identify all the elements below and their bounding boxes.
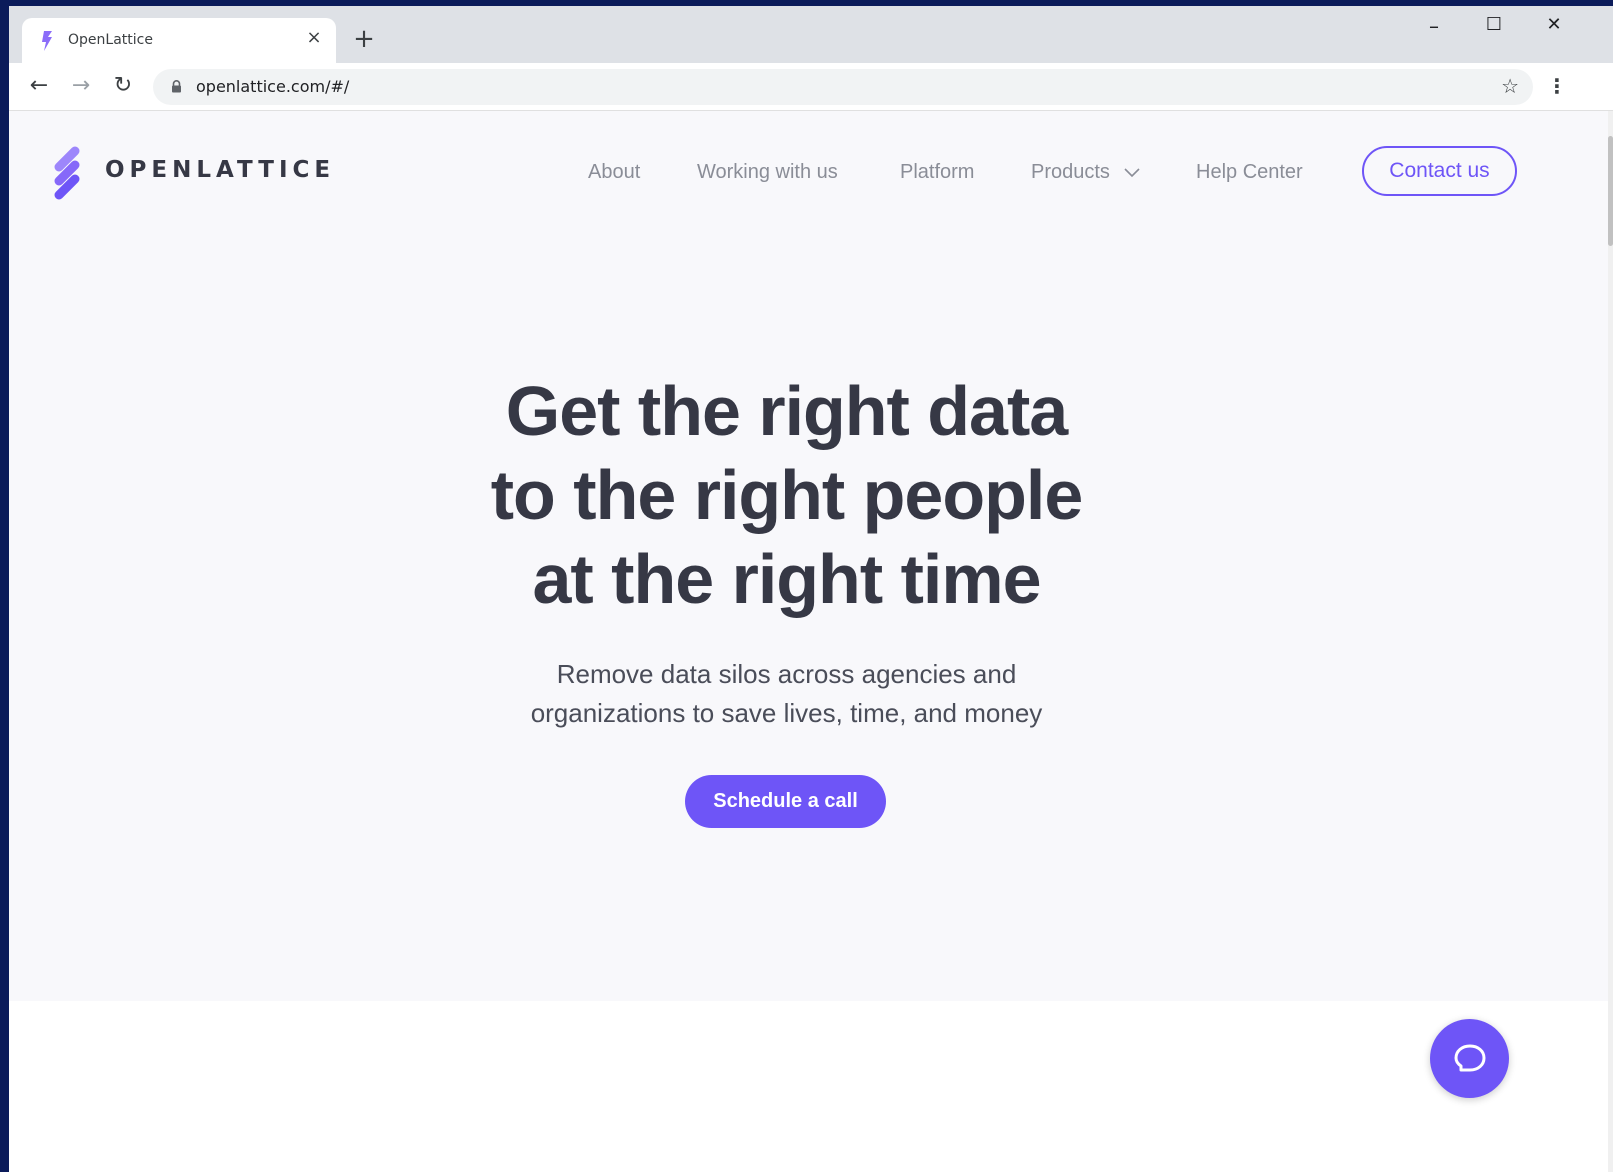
chevron-down-icon xyxy=(1123,168,1140,177)
page-scrollbar[interactable] xyxy=(1608,111,1613,1172)
back-button[interactable]: ← xyxy=(24,73,54,99)
logo-wordmark: OPENLATTICE xyxy=(105,157,336,183)
headline-line: Get the right data xyxy=(505,372,1068,450)
headline-line: at the right time xyxy=(532,540,1041,618)
forward-button[interactable]: → xyxy=(66,73,96,99)
openlattice-logo-icon xyxy=(54,146,80,200)
browser-tab[interactable]: OpenLattice × xyxy=(22,18,336,63)
browser-toolbar: ← → ↻ openlattice.com/#/ ☆ ⋮ xyxy=(9,63,1613,111)
address-bar[interactable]: openlattice.com/#/ ☆ xyxy=(153,69,1533,105)
lock-icon xyxy=(172,80,181,93)
close-window-button[interactable]: ✕ xyxy=(1538,14,1570,38)
nav-link-help-center[interactable]: Help Center xyxy=(1196,161,1303,184)
chat-bubble-icon xyxy=(1454,1044,1486,1072)
tab-title: OpenLattice xyxy=(68,32,153,48)
browser-menu-button[interactable]: ⋮ xyxy=(1547,72,1567,100)
nav-link-working-with-us[interactable]: Working with us xyxy=(697,161,838,184)
subhead-line: Remove data silos across agencies and xyxy=(556,659,1017,689)
tab-close-icon[interactable]: × xyxy=(304,28,324,48)
site-logo[interactable]: OPENLATTICE xyxy=(51,145,330,201)
maximize-button[interactable]: ☐ xyxy=(1478,14,1510,38)
browser-window: OpenLattice × + – ☐ ✕ ← → ↻ openlattice.… xyxy=(9,6,1613,1172)
contact-us-button[interactable]: Contact us xyxy=(1362,146,1517,196)
tab-strip: OpenLattice × + – ☐ ✕ xyxy=(9,6,1613,63)
schedule-call-button[interactable]: Schedule a call xyxy=(685,775,886,828)
chat-launcher-button[interactable] xyxy=(1430,1019,1509,1098)
scrollbar-thumb[interactable] xyxy=(1608,136,1613,246)
hero-subheading: Remove data silos across agencies and or… xyxy=(9,655,1564,733)
nav-link-platform[interactable]: Platform xyxy=(900,161,974,184)
nav-link-products[interactable]: Products xyxy=(1031,161,1140,184)
nav-link-products-label: Products xyxy=(1031,161,1110,183)
minimize-button[interactable]: – xyxy=(1418,14,1450,38)
subhead-line: organizations to save lives, time, and m… xyxy=(530,698,1043,728)
hero-section: OPENLATTICE About Working with us Platfo… xyxy=(9,111,1613,1001)
hero-headline: Get the right data to the right people a… xyxy=(9,369,1564,621)
url-text[interactable]: openlattice.com/#/ xyxy=(196,77,349,96)
new-tab-button[interactable]: + xyxy=(349,26,379,56)
page-viewport: OPENLATTICE About Working with us Platfo… xyxy=(9,111,1613,1172)
bookmark-star-icon[interactable]: ☆ xyxy=(1501,74,1519,98)
nav-link-about[interactable]: About xyxy=(588,161,640,184)
openlattice-logo-icon xyxy=(42,31,52,51)
headline-line: to the right people xyxy=(490,456,1084,534)
reload-button[interactable]: ↻ xyxy=(108,73,138,99)
